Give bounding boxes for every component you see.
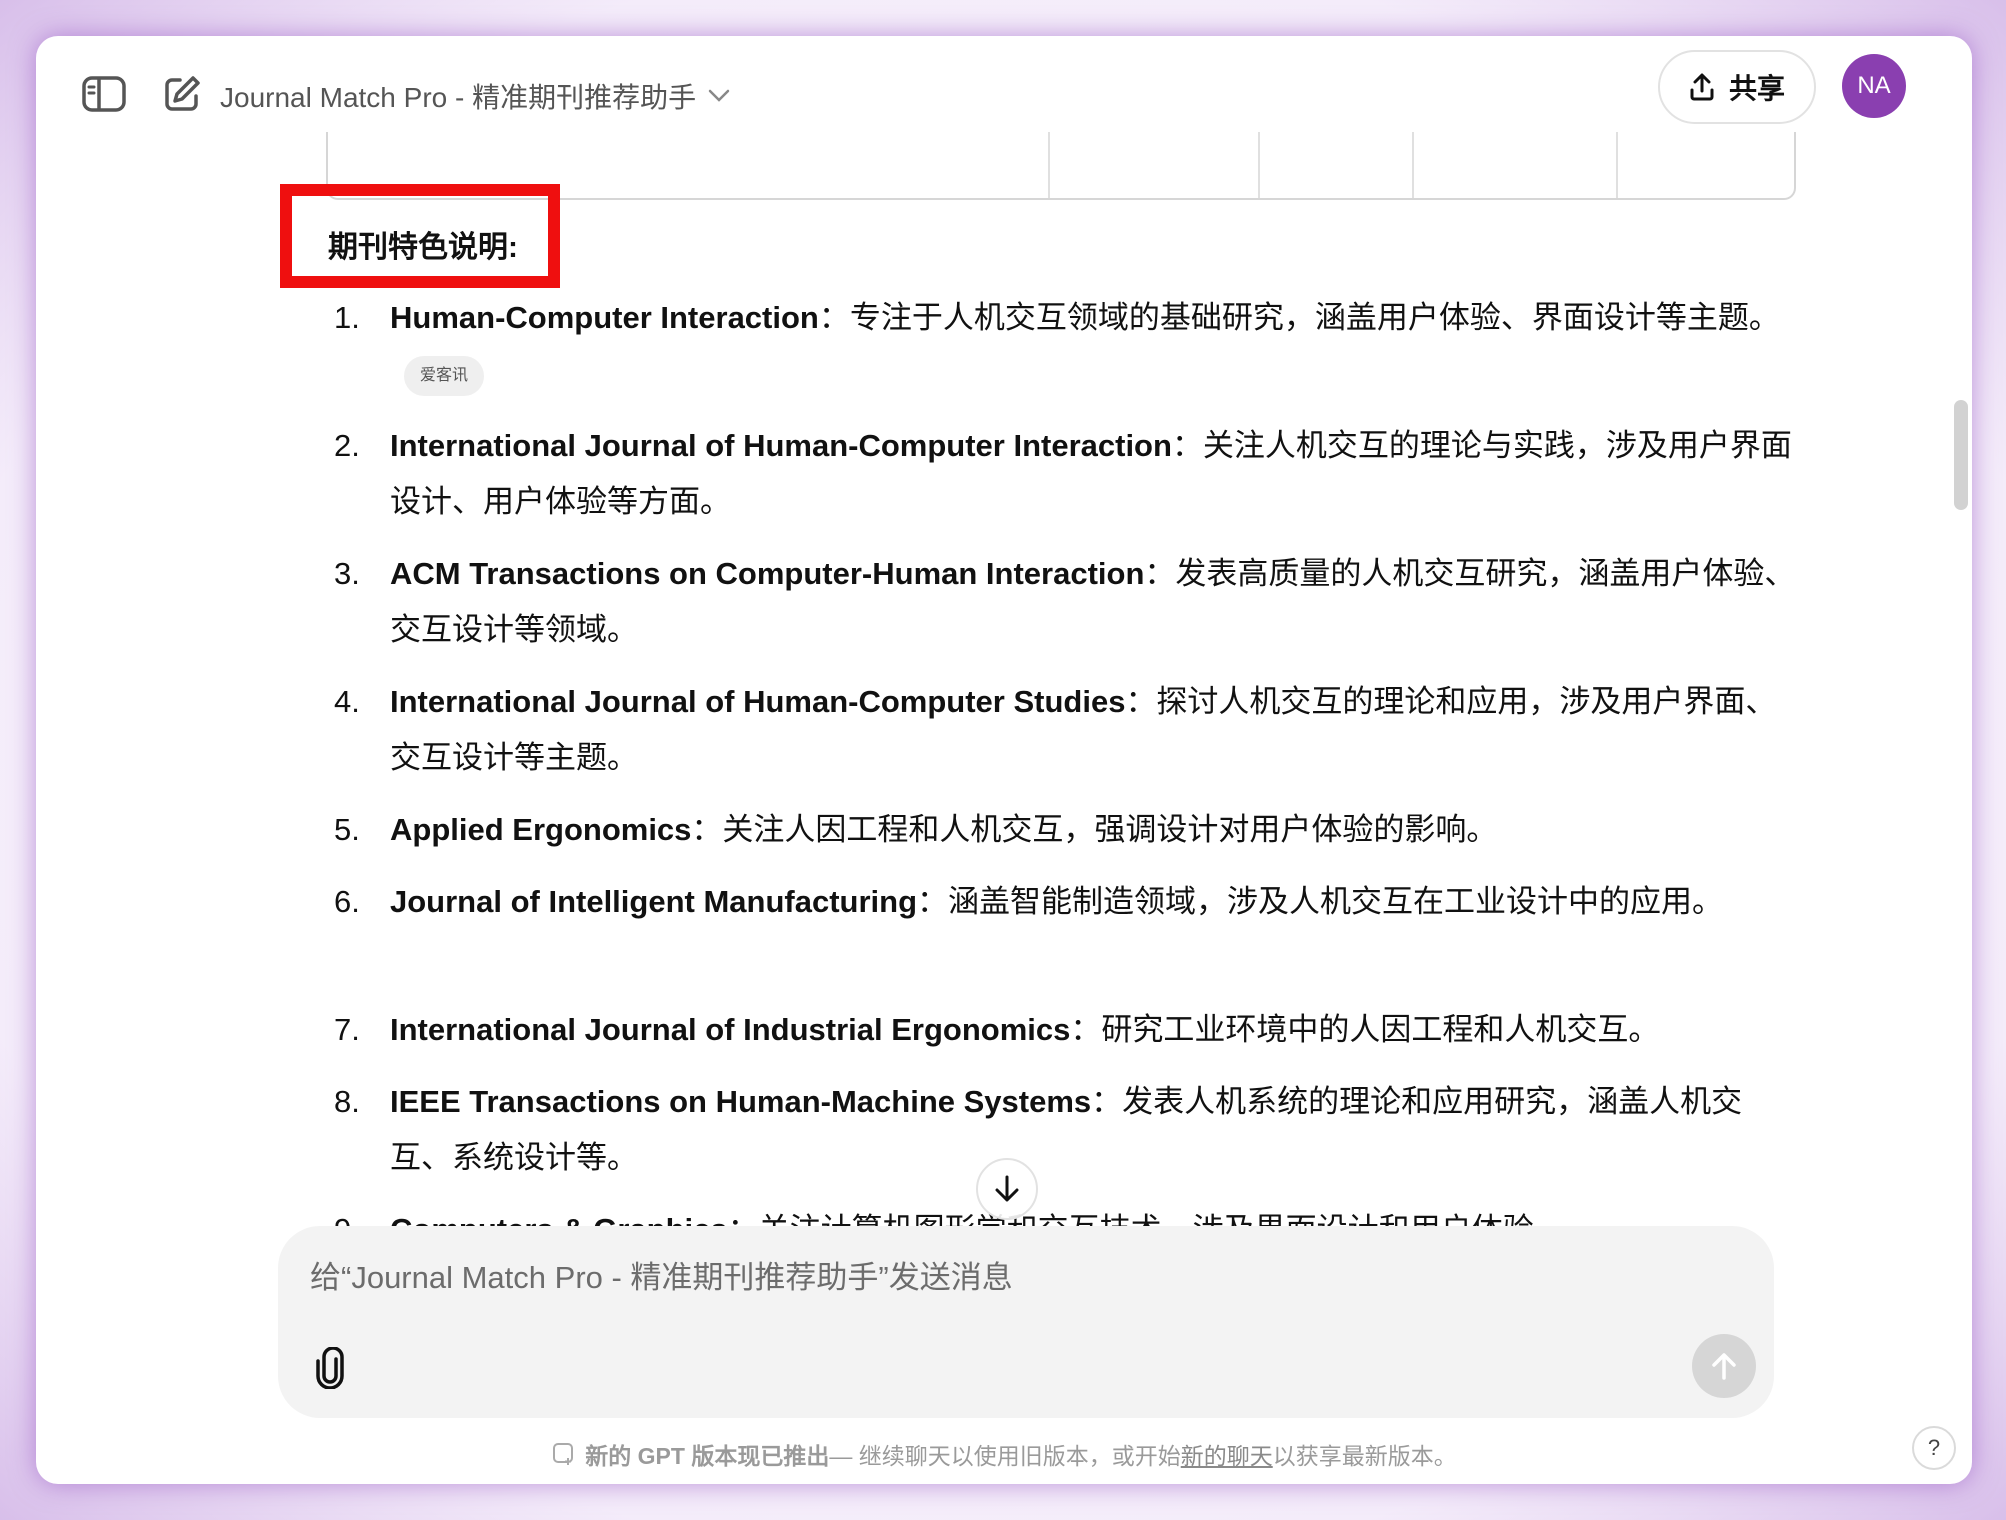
share-button[interactable]: 共享 — [1658, 50, 1816, 124]
sidebar-toggle-button[interactable] — [76, 66, 132, 122]
list-number: 4. — [334, 684, 360, 719]
sidebar-toggle-icon — [82, 76, 126, 112]
new-chat-button[interactable] — [154, 66, 210, 122]
journal-title: Journal of Intelligent Manufacturing — [390, 884, 917, 919]
list-number: 3. — [334, 556, 360, 591]
attach-button[interactable] — [306, 1344, 354, 1392]
model-title-text: Journal Match Pro - 精准期刊推荐助手 — [220, 82, 697, 113]
journal-title: International Journal of Human-Computer … — [390, 684, 1126, 719]
list-number: 8. — [334, 1084, 360, 1119]
list-number: 6. — [334, 884, 360, 919]
footer-notice-text: — 继续聊天以使用旧版本，或开始 — [829, 1443, 1181, 1469]
list-text: Human-Computer Interaction：专注于人机交互领域的基础研… — [390, 290, 1800, 402]
list-text: International Journal of Human-Computer … — [390, 418, 1800, 530]
new-gpt-icon — [553, 1443, 574, 1465]
list-text: International Journal of Industrial Ergo… — [390, 1002, 1800, 1058]
source-citation-pill[interactable]: 爱客讯 — [404, 355, 485, 396]
list-text: ACM Transactions on Computer-Human Inter… — [390, 546, 1800, 658]
section-heading: 期刊特色说明: — [328, 231, 518, 264]
journal-title: IEEE Transactions on Human-Machine Syste… — [390, 1084, 1092, 1119]
paperclip-icon — [316, 1347, 344, 1389]
new-chat-link[interactable]: 新的聊天 — [1181, 1437, 1273, 1471]
footer-notice: 新的 GPT 版本现已推出 — 继续聊天以使用旧版本，或开始 新的聊天 以获享最… — [36, 1436, 1972, 1472]
arrow-up-icon — [1712, 1353, 1736, 1380]
list-number: 5. — [334, 812, 360, 847]
arrow-down-icon — [995, 1175, 1019, 1202]
model-selector[interactable]: Journal Match Pro - 精准期刊推荐助手 — [220, 76, 730, 116]
footer-notice-end: 以获享最新版本。 — [1272, 1443, 1457, 1469]
help-button[interactable]: ? — [1912, 1426, 1956, 1470]
journal-description: ：专注于人机交互领域的基础研究，涵盖用户体验、界面设计等主题。 — [818, 300, 1780, 335]
list-text: Journal of Intelligent Manufacturing：涵盖智… — [390, 874, 1800, 930]
list-number: 7. — [334, 1012, 360, 1047]
list-number: 1. — [334, 300, 360, 335]
send-button[interactable] — [1692, 1334, 1756, 1398]
scrollbar-thumb[interactable] — [1954, 400, 1968, 510]
chat-window: Journal Match Pro - 精准期刊推荐助手 共享 NA 期刊特色说… — [36, 36, 1972, 1484]
list-text: IEEE Transactions on Human-Machine Syste… — [390, 1074, 1800, 1186]
journal-title: International Journal of Industrial Ergo… — [390, 1012, 1071, 1047]
message-composer — [278, 1226, 1774, 1418]
avatar[interactable]: NA — [1842, 54, 1906, 118]
edit-icon — [165, 76, 200, 111]
footer-notice-bold: 新的 GPT 版本现已推出 — [585, 1443, 830, 1469]
message-content: 期刊特色说明: 1. Human-Computer Interaction：专注… — [36, 154, 1972, 1254]
list-text: International Journal of Human-Computer … — [390, 674, 1800, 786]
journal-title: Human-Computer Interaction — [390, 300, 819, 335]
journal-description: ：关注人因工程和人机交互，强调设计对用户体验的影响。 — [691, 812, 1498, 847]
message-input[interactable] — [310, 1256, 1710, 1300]
chevron-down-icon — [708, 89, 730, 102]
journal-description: ：涵盖智能制造领域，涉及人机交互在工业设计中的应用。 — [917, 884, 1723, 919]
upload-icon — [1690, 73, 1714, 101]
journal-description: ：研究工业环境中的人因工程和人机交互。 — [1070, 1012, 1660, 1047]
journal-title: ACM Transactions on Computer-Human Inter… — [390, 556, 1145, 591]
journal-title: International Journal of Human-Computer … — [390, 428, 1172, 463]
list-text: Applied Ergonomics：关注人因工程和人机交互，强调设计对用户体验… — [390, 802, 1800, 858]
share-label: 共享 — [1728, 73, 1785, 104]
scroll-to-bottom-button[interactable] — [976, 1158, 1038, 1220]
list-number: 2. — [334, 428, 360, 463]
journal-title: Applied Ergonomics — [390, 812, 692, 847]
